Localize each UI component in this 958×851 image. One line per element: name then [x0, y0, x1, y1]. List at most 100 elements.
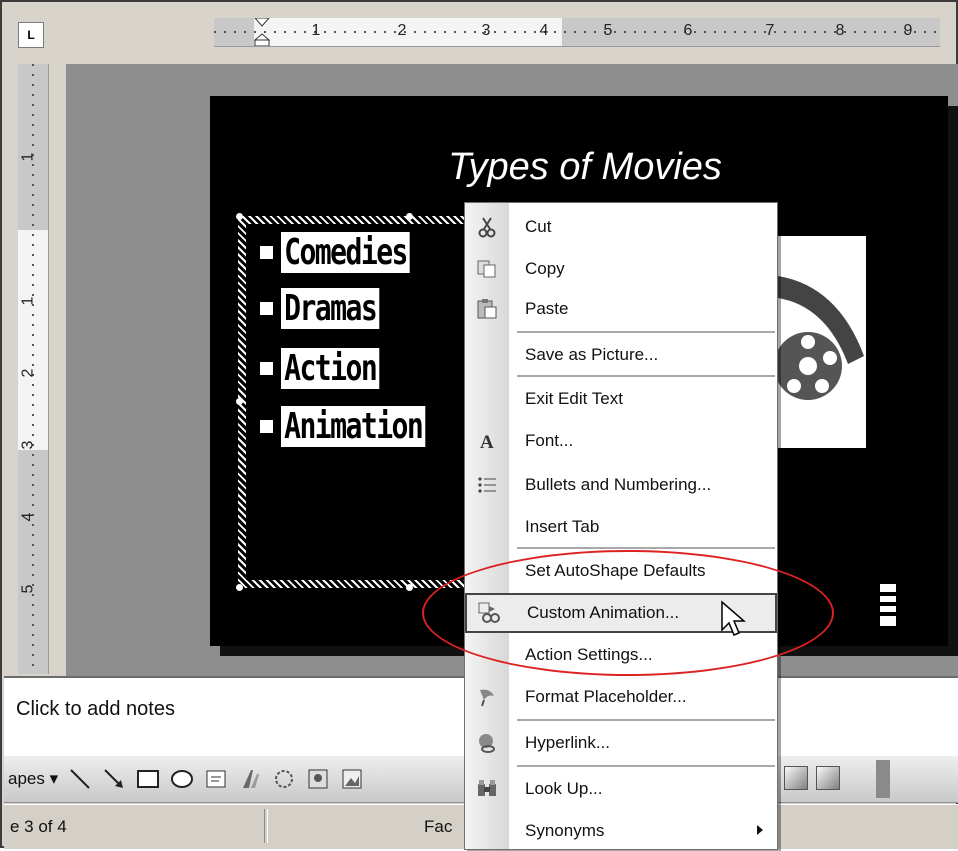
sound-icon[interactable]	[878, 584, 898, 626]
menu-item-action-settings[interactable]: Action Settings...	[465, 635, 777, 675]
menu-item-label: Custom Animation...	[527, 603, 680, 622]
clipart-tool-icon[interactable]	[306, 767, 330, 791]
line-tool-icon[interactable]	[68, 767, 92, 791]
menu-item-look-up[interactable]: Look Up...	[465, 769, 777, 809]
menu-item-cut[interactable]: Cut	[465, 207, 777, 247]
bullet-item[interactable]: Animation	[260, 404, 466, 448]
ruler-label: 8	[835, 22, 845, 39]
menu-item-synonyms[interactable]: Synonyms	[465, 811, 777, 851]
menu-item-bullets-and-numbering[interactable]: Bullets and Numbering...	[465, 465, 777, 505]
menu-item-label: Paste	[525, 299, 569, 318]
copy-icon	[465, 249, 509, 289]
wordart-tool-icon[interactable]	[238, 767, 262, 791]
picture-tool-icon[interactable]	[340, 767, 364, 791]
menu-item-label: Set AutoShape Defaults	[525, 561, 706, 580]
ruler-label: 1	[19, 152, 37, 162]
film-reel-icon	[774, 276, 864, 400]
scissors-icon	[465, 207, 509, 247]
bullet-marker	[260, 301, 273, 315]
menu-item-exit-edit-text[interactable]: Exit Edit Text	[465, 379, 777, 419]
resize-handle[interactable]	[236, 398, 243, 405]
ruler-label: 3	[481, 22, 491, 39]
bullet-text: Comedies	[281, 231, 411, 273]
menu-item-label: Look Up...	[525, 779, 603, 798]
resize-handle[interactable]	[236, 213, 243, 220]
menu-item-label: Copy	[525, 259, 565, 278]
slide-indicator: e 3 of 4	[10, 817, 67, 836]
menu-item-label: Hyperlink...	[525, 733, 611, 752]
hyperlink-icon	[465, 723, 509, 763]
ruler-label: 6	[683, 22, 693, 39]
resize-handle[interactable]	[406, 213, 413, 220]
tab-selector-button[interactable]: L	[18, 22, 44, 48]
menu-item-label: Save as Picture...	[525, 345, 659, 364]
indent-marker-icon[interactable]	[254, 18, 270, 46]
menu-item-label: Exit Edit Text	[525, 389, 623, 408]
bullet-text: Action	[281, 347, 380, 389]
menu-item-font[interactable]: A Font...	[465, 421, 777, 461]
slide-title[interactable]: Types of Movies	[420, 146, 750, 189]
menu-item-insert-tab[interactable]: Insert Tab	[465, 507, 777, 547]
ruler-label: 1	[311, 22, 321, 39]
status-divider	[264, 809, 268, 843]
shadow-style-icon[interactable]	[784, 766, 808, 790]
menu-item-hyperlink[interactable]: Hyperlink...	[465, 723, 777, 763]
ruler-label: 7	[765, 22, 775, 39]
lookup-icon	[465, 769, 509, 809]
3d-style-icon[interactable]	[816, 766, 840, 790]
bullet-marker	[260, 419, 273, 433]
horizontal-ruler[interactable]: 1 2 3 4 5 6 7 8 9	[214, 18, 940, 47]
film-reel-clipart[interactable]	[774, 236, 866, 448]
bullet-item[interactable]: Action	[260, 346, 407, 390]
ruler-ticks	[214, 31, 940, 33]
bullet-marker	[260, 245, 273, 259]
menu-item-label: Cut	[525, 217, 552, 236]
menu-item-paste[interactable]: Paste	[465, 289, 777, 329]
menu-item-label: Bullets and Numbering...	[525, 475, 712, 494]
menu-separator	[517, 765, 775, 767]
ruler-label: 3	[19, 440, 37, 450]
bullet-item[interactable]: Comedies	[260, 230, 446, 274]
notes-placeholder[interactable]: Click to add notes	[16, 698, 175, 721]
diagram-tool-icon[interactable]	[272, 767, 296, 791]
ruler-label: 2	[397, 22, 407, 39]
toolbar-options-icon[interactable]	[876, 760, 890, 798]
ruler-label: 4	[539, 22, 549, 39]
menu-item-copy[interactable]: Copy	[465, 249, 777, 289]
arrow-tool-icon[interactable]	[102, 767, 126, 791]
autoshapes-menu[interactable]: apes ▾	[8, 769, 58, 789]
ruler-label: 2	[19, 368, 37, 378]
textbox-tool-icon[interactable]	[204, 767, 228, 791]
resize-handle[interactable]	[406, 584, 413, 591]
ruler-label: 5	[603, 22, 613, 39]
paste-icon	[465, 289, 509, 329]
menu-separator	[517, 547, 775, 549]
bullet-text: Animation	[281, 405, 426, 447]
resize-handle[interactable]	[236, 584, 243, 591]
ruler-label: 9	[903, 22, 913, 39]
menu-item-set-autoshape-defaults[interactable]: Set AutoShape Defaults	[465, 551, 777, 591]
bullet-item[interactable]: Dramas	[260, 286, 407, 330]
mouse-pointer-icon	[721, 600, 746, 636]
menu-separator	[517, 719, 775, 721]
menu-item-label: Synonyms	[525, 821, 605, 840]
format-icon	[465, 677, 509, 717]
menu-item-label: Action Settings...	[525, 645, 653, 664]
vertical-ruler[interactable]: 1 1 2 3 4 5	[18, 64, 49, 674]
menu-item-label: Insert Tab	[525, 517, 600, 536]
oval-tool-icon[interactable]	[170, 767, 194, 791]
menu-item-format-placeholder[interactable]: Format Placeholder...	[465, 677, 777, 717]
menu-item-save-as-picture[interactable]: Save as Picture...	[465, 335, 777, 375]
rectangle-tool-icon[interactable]	[136, 767, 160, 791]
powerpoint-window: L 1 2 3 4 5 6 7 8 9 1 1 2 3 4 5 Types of…	[0, 0, 958, 851]
design-name: Fac	[424, 817, 453, 836]
font-icon: A	[465, 421, 509, 461]
bullet-marker	[260, 361, 273, 375]
ruler-label: 5	[19, 584, 37, 594]
bullets-icon	[465, 465, 509, 505]
submenu-arrow-icon	[757, 825, 763, 835]
custom-animation-icon	[467, 593, 511, 633]
ruler-label: 1	[19, 296, 37, 306]
menu-separator	[517, 331, 775, 333]
menu-item-label: Font...	[525, 431, 574, 450]
